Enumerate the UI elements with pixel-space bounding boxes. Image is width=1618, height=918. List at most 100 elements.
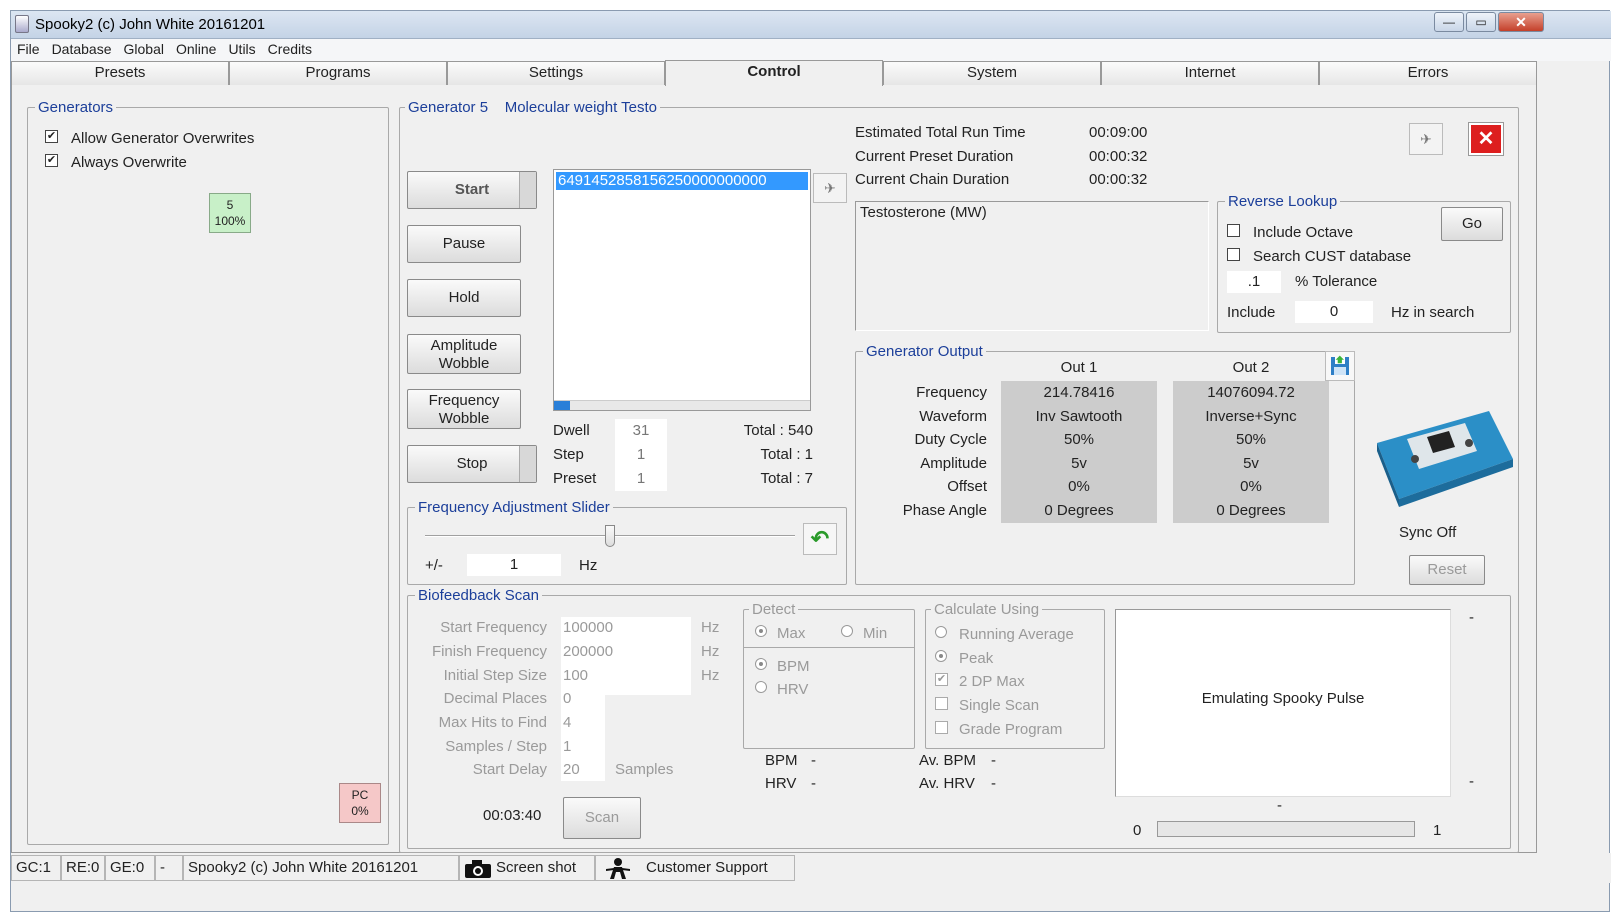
output-row-out1: 50% bbox=[1063, 431, 1095, 448]
av-bpm-value: - bbox=[991, 752, 996, 769]
finish-frequency-input[interactable]: 200000 bbox=[563, 643, 613, 660]
screenshot-button[interactable]: Screen shot bbox=[459, 855, 595, 881]
frequency-list[interactable]: 6491452858156250000000000 bbox=[553, 169, 811, 411]
close-generator-icon[interactable]: ✕ bbox=[1468, 122, 1504, 156]
dp-max-label: 2 DP Max bbox=[959, 673, 1025, 690]
main-window: Spooky2 (c) John White 20161201 — ▭ ✕ Fi… bbox=[10, 10, 1611, 912]
start-button[interactable]: Start bbox=[407, 171, 537, 209]
graph-x-value: - bbox=[1277, 797, 1282, 814]
peak-radio[interactable] bbox=[935, 650, 947, 662]
start-delay-unit: Samples bbox=[615, 761, 674, 778]
step-label: Step bbox=[553, 446, 584, 463]
output-row: Amplitude 5v 5v bbox=[863, 452, 1333, 476]
menu-file[interactable]: File bbox=[11, 39, 46, 59]
min-radio[interactable] bbox=[841, 625, 853, 637]
output-row-label: Phase Angle bbox=[902, 501, 987, 519]
max-hits-label: Max Hits to Find bbox=[438, 714, 547, 731]
undo-icon[interactable]: ↶ bbox=[803, 523, 837, 555]
hz-in-search-input[interactable]: 0 bbox=[1295, 301, 1373, 323]
menu-credits[interactable]: Credits bbox=[262, 39, 318, 59]
start-frequency-input[interactable]: 100000 bbox=[563, 619, 613, 636]
menu-global[interactable]: Global bbox=[118, 39, 170, 59]
max-radio[interactable] bbox=[755, 625, 767, 637]
sync-status: Sync Off bbox=[1399, 524, 1457, 541]
output-row-out1: 0 Degrees bbox=[1044, 501, 1114, 519]
frequency-slider-thumb[interactable] bbox=[605, 525, 615, 547]
chain-duration-label: Current Chain Duration bbox=[855, 171, 1010, 188]
always-overwrite-label: Always Overwrite bbox=[71, 154, 187, 171]
bpm-radio[interactable] bbox=[755, 658, 767, 670]
initial-step-input[interactable]: 100 bbox=[563, 667, 588, 684]
output-row: Offset 0% 0% bbox=[863, 475, 1333, 499]
include-octave-checkbox[interactable] bbox=[1227, 224, 1240, 237]
preset-duration-value: 00:00:32 bbox=[1089, 148, 1148, 165]
generator-device-image bbox=[1369, 403, 1515, 507]
always-overwrite-checkbox[interactable]: ✔ bbox=[45, 154, 58, 167]
dp-max-checkbox[interactable]: ✔ bbox=[935, 673, 948, 686]
window-title: Spooky2 (c) John White 20161201 bbox=[35, 16, 266, 33]
title-bar: Spooky2 (c) John White 20161201 — ▭ ✕ bbox=[11, 11, 1611, 39]
scan-time: 00:03:40 bbox=[483, 807, 542, 824]
generator-5-tile[interactable]: 5 100% bbox=[209, 193, 251, 233]
tab-system[interactable]: System bbox=[883, 61, 1101, 85]
out1-header: Out 1 bbox=[1060, 359, 1098, 376]
menu-online[interactable]: Online bbox=[170, 39, 222, 59]
close-button[interactable]: ✕ bbox=[1498, 12, 1544, 32]
detect-divider bbox=[744, 647, 914, 648]
tab-control[interactable]: Control bbox=[665, 60, 883, 86]
pause-button[interactable]: Pause bbox=[407, 225, 521, 263]
bpm-value: - bbox=[811, 752, 816, 769]
maximize-button[interactable]: ▭ bbox=[1466, 12, 1496, 32]
tab-errors[interactable]: Errors bbox=[1319, 61, 1537, 85]
max-hits-input[interactable]: 4 bbox=[563, 714, 571, 731]
pin-icon[interactable]: ✈ bbox=[813, 173, 847, 203]
frequency-wobble-line2: Wobble bbox=[438, 410, 490, 427]
amplitude-wobble-button[interactable]: Amplitude Wobble bbox=[407, 334, 521, 374]
tolerance-label: % Tolerance bbox=[1295, 273, 1378, 290]
samples-step-label: Samples / Step bbox=[445, 738, 547, 755]
allow-overwrites-checkbox[interactable]: ✔ bbox=[45, 130, 58, 143]
program-name: Molecular weight Testo bbox=[504, 99, 658, 116]
tab-internet[interactable]: Internet bbox=[1101, 61, 1319, 85]
est-run-time-label: Estimated Total Run Time bbox=[855, 124, 1026, 141]
go-button[interactable]: Go bbox=[1441, 207, 1503, 241]
running-average-radio[interactable] bbox=[935, 626, 947, 638]
tolerance-input[interactable]: .1 bbox=[1227, 271, 1281, 293]
customer-support-button[interactable]: Customer Support bbox=[595, 855, 795, 881]
menu-utils[interactable]: Utils bbox=[222, 39, 261, 59]
scan-button[interactable]: Scan bbox=[563, 797, 641, 839]
pc-tile[interactable]: PC 0% bbox=[339, 783, 381, 823]
max-label: Max bbox=[777, 625, 806, 642]
initial-step-unit: Hz bbox=[701, 667, 720, 684]
finish-frequency-label: Finish Frequency bbox=[431, 643, 547, 660]
pin-icon[interactable]: ✈ bbox=[1409, 123, 1443, 155]
stop-button[interactable]: Stop bbox=[407, 445, 537, 483]
minimize-button[interactable]: — bbox=[1434, 12, 1464, 32]
samples-step-input[interactable]: 1 bbox=[563, 738, 571, 755]
hold-button[interactable]: Hold bbox=[407, 279, 521, 317]
tab-programs[interactable]: Programs bbox=[229, 61, 447, 85]
app-icon bbox=[15, 15, 29, 33]
search-cust-checkbox[interactable] bbox=[1227, 248, 1240, 261]
customer-support-label: Customer Support bbox=[646, 859, 768, 876]
reset-button[interactable]: Reset bbox=[1409, 555, 1485, 585]
tab-settings[interactable]: Settings bbox=[447, 61, 665, 85]
frequency-list-item[interactable]: 6491452858156250000000000 bbox=[556, 172, 808, 190]
start-delay-input[interactable]: 20 bbox=[563, 761, 580, 778]
single-scan-checkbox[interactable] bbox=[935, 697, 948, 710]
tab-presets[interactable]: Presets bbox=[11, 61, 229, 85]
frequency-list-progress bbox=[554, 400, 810, 410]
detect-panel bbox=[743, 609, 915, 749]
frequency-wobble-button[interactable]: Frequency Wobble bbox=[407, 389, 521, 429]
graph-min-value: - bbox=[1469, 773, 1474, 790]
save-icon[interactable] bbox=[1325, 351, 1355, 381]
running-average-label: Running Average bbox=[959, 626, 1074, 643]
start-frequency-label: Start Frequency bbox=[440, 619, 547, 636]
include-octave-label: Include Octave bbox=[1253, 224, 1354, 241]
hrv-radio[interactable] bbox=[755, 681, 767, 693]
grade-program-checkbox[interactable] bbox=[935, 721, 948, 734]
preset-total: Total : 7 bbox=[760, 470, 813, 487]
decimal-places-input[interactable]: 0 bbox=[563, 690, 571, 707]
slider-step-input[interactable]: 1 bbox=[467, 554, 561, 576]
menu-database[interactable]: Database bbox=[46, 39, 118, 59]
